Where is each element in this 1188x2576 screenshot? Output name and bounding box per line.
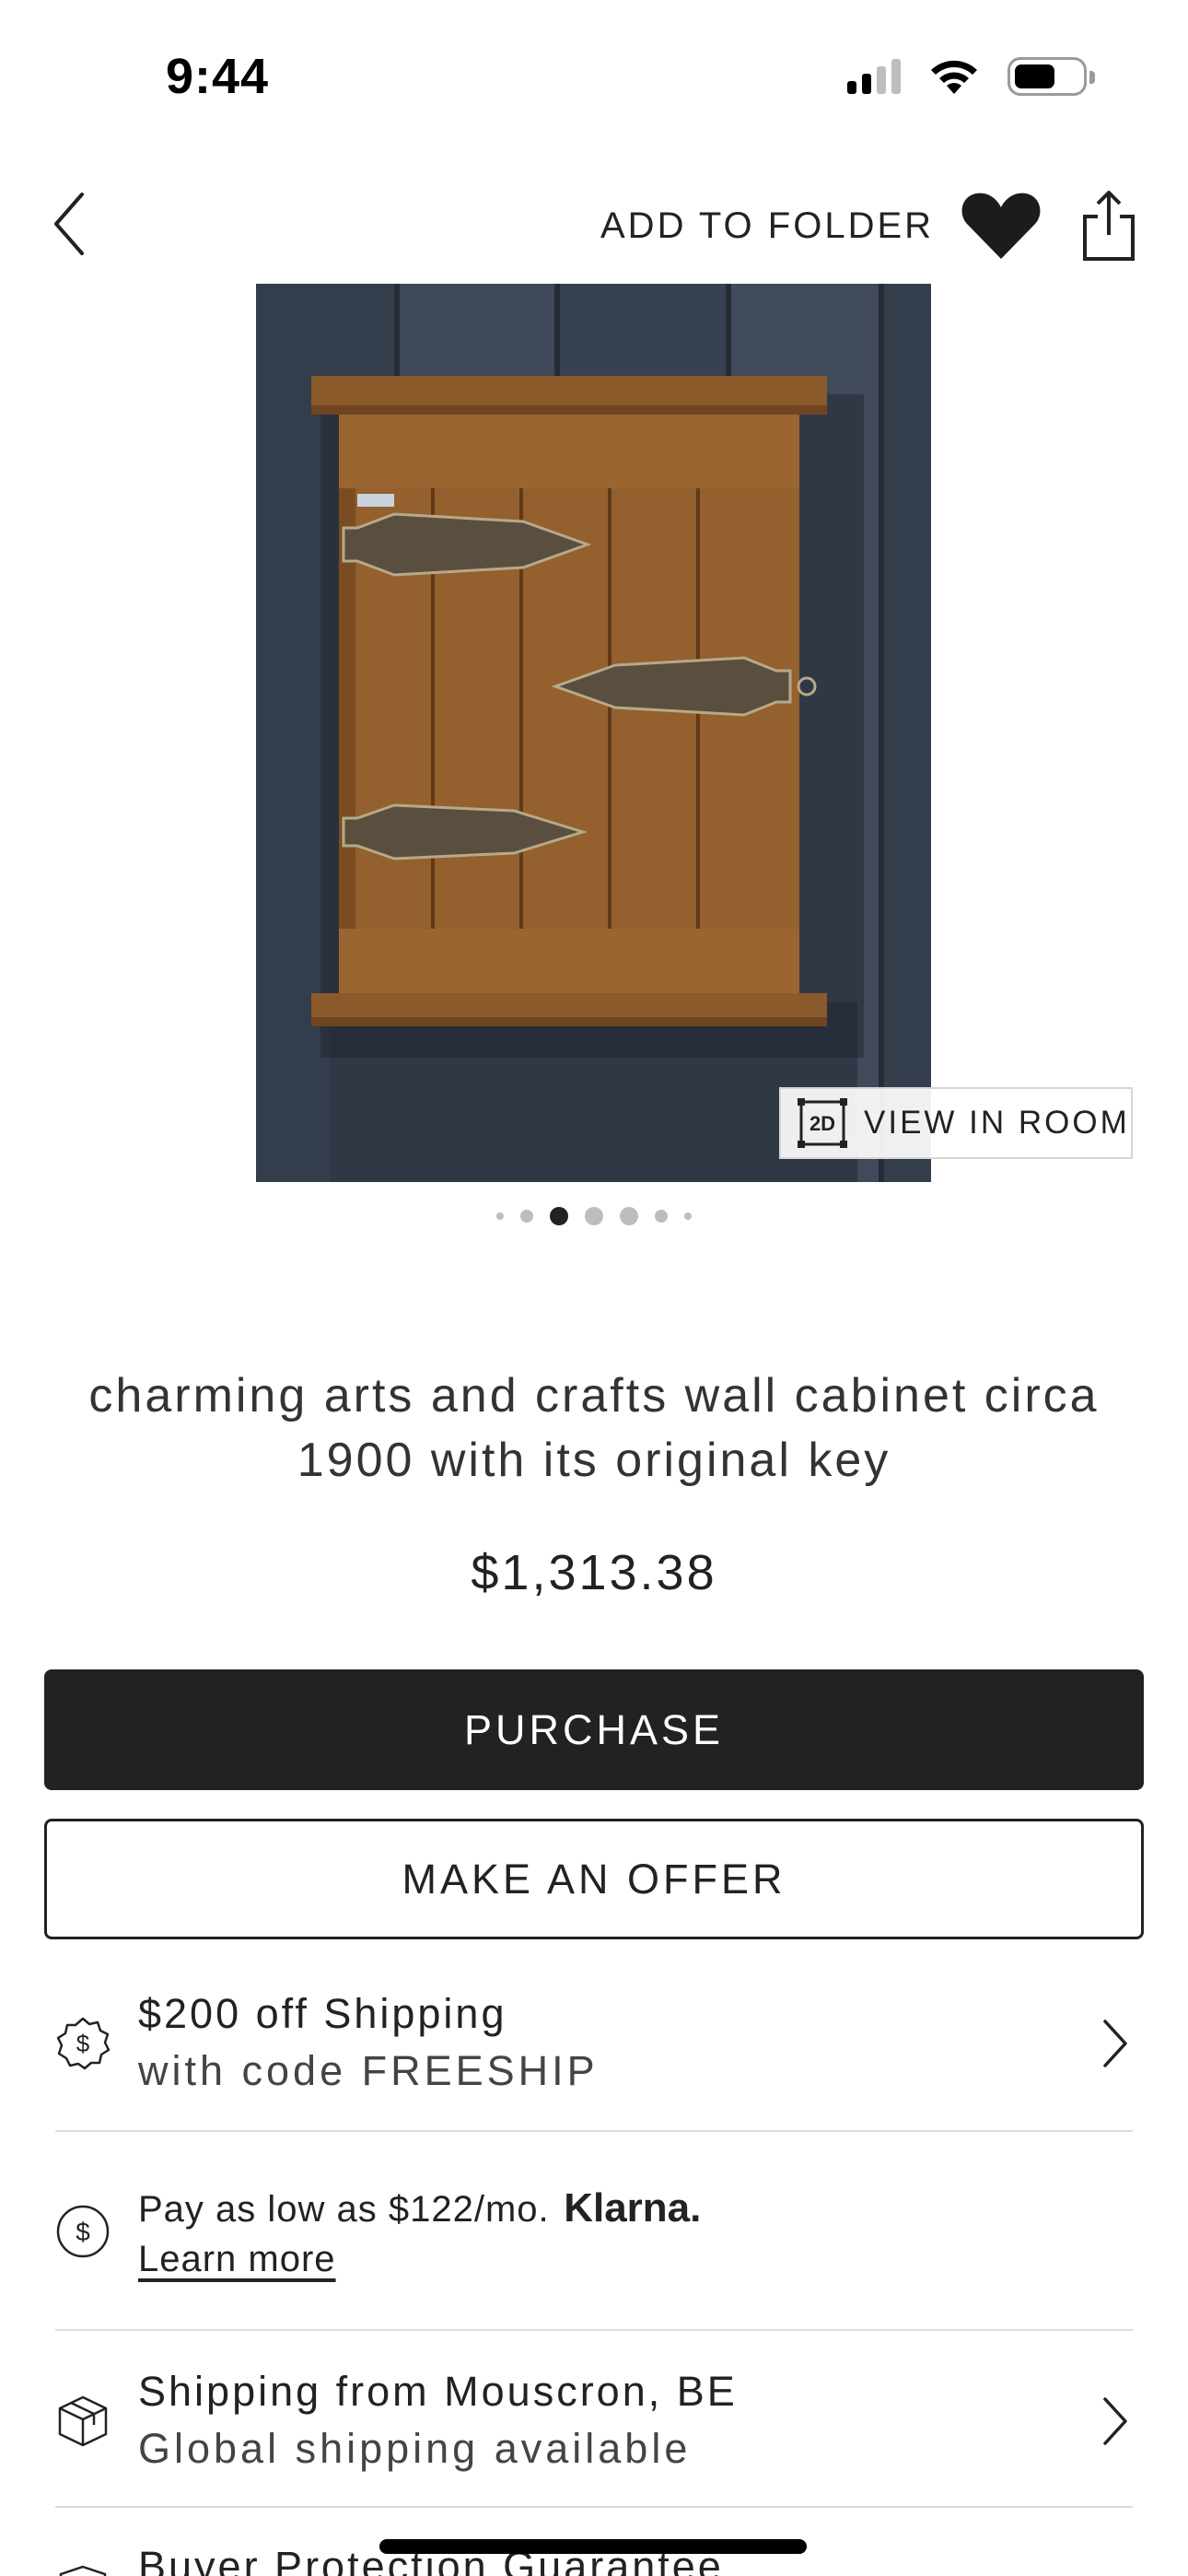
2d-frame-icon: 2D (798, 1098, 847, 1148)
share-icon (1083, 191, 1135, 261)
cellular-signal-icon (847, 59, 901, 94)
shipping-promo-row[interactable]: $ $200 off Shipping with code FREESHIP (55, 1981, 1133, 2110)
chevron-right-icon (1103, 2397, 1127, 2445)
shield-icon (59, 2565, 107, 2576)
add-to-folder-button[interactable]: ADD TO FOLDER (600, 205, 934, 247)
shipping-promo-title: $200 off Shipping (138, 1990, 507, 2037)
divider (55, 2130, 1133, 2132)
page-dot[interactable] (585, 1207, 603, 1225)
svg-text:$: $ (76, 2030, 90, 2057)
page-dot[interactable] (684, 1212, 692, 1220)
status-time: 9:44 (166, 49, 270, 104)
financing-text: Pay as low as $122/mo. Klarna. (138, 2184, 701, 2231)
financing-price-text: Pay as low as $122/mo. (138, 2189, 550, 2230)
purchase-button-label: PURCHASE (463, 1705, 725, 1753)
share-button[interactable] (1079, 189, 1138, 263)
page-dot[interactable] (620, 1207, 638, 1225)
view-in-room-button[interactable]: 2D VIEW IN ROOM (779, 1087, 1133, 1159)
make-offer-button-label: MAKE AN OFFER (402, 1855, 786, 1903)
favorite-button[interactable] (960, 189, 1042, 263)
page-dot[interactable] (655, 1210, 668, 1223)
home-indicator (379, 2539, 807, 2554)
battery-icon (1007, 57, 1095, 96)
shipping-promo-subtitle: with code FREESHIP (138, 2047, 599, 2094)
product-image[interactable] (256, 284, 931, 1182)
product-title: charming arts and crafts wall cabinet ci… (88, 1369, 1100, 1487)
dollar-circle-icon: $ (56, 2205, 110, 2258)
chevron-right-icon (1103, 2020, 1127, 2067)
status-bar: 9:44 (0, 0, 1188, 157)
shipping-origin-row[interactable]: Shipping from Mouscron, BE Global shippi… (55, 2359, 1133, 2488)
klarna-logo: Klarna. (564, 2185, 702, 2231)
nav-bar: ADD TO FOLDER (0, 180, 1188, 272)
purchase-button[interactable]: PURCHASE (44, 1669, 1144, 1790)
package-box-icon (58, 2395, 108, 2447)
chevron-left-icon (54, 193, 84, 255)
divider (55, 2329, 1133, 2331)
shipping-origin-subtitle: Global shipping available (138, 2425, 692, 2472)
status-icons (847, 57, 1095, 96)
heart-icon (961, 193, 1041, 259)
svg-text:2D: 2D (809, 1112, 835, 1135)
make-offer-button[interactable]: MAKE AN OFFER (44, 1819, 1144, 1939)
svg-text:$: $ (76, 2218, 90, 2246)
learn-more-link-wrap: Learn more (138, 2233, 336, 2281)
image-pagination[interactable] (0, 1207, 1188, 1225)
wifi-icon (931, 60, 977, 94)
view-in-room-label: VIEW IN ROOM (864, 1105, 1130, 1141)
back-button[interactable] (37, 187, 101, 261)
divider (55, 2506, 1133, 2508)
page-dot[interactable] (496, 1212, 504, 1220)
financing-row: $ Pay as low as $122/mo. Klarna. Learn m… (55, 2174, 1133, 2294)
page-dot-active[interactable] (550, 1207, 568, 1225)
product-photo (256, 284, 931, 1182)
shipping-origin-title: Shipping from Mouscron, BE (138, 2368, 738, 2415)
page-dot[interactable] (520, 1210, 533, 1223)
product-price: $1,313.38 (471, 1545, 717, 1600)
dollar-badge-icon: $ (56, 2017, 111, 2070)
learn-more-link[interactable]: Learn more (138, 2239, 336, 2279)
